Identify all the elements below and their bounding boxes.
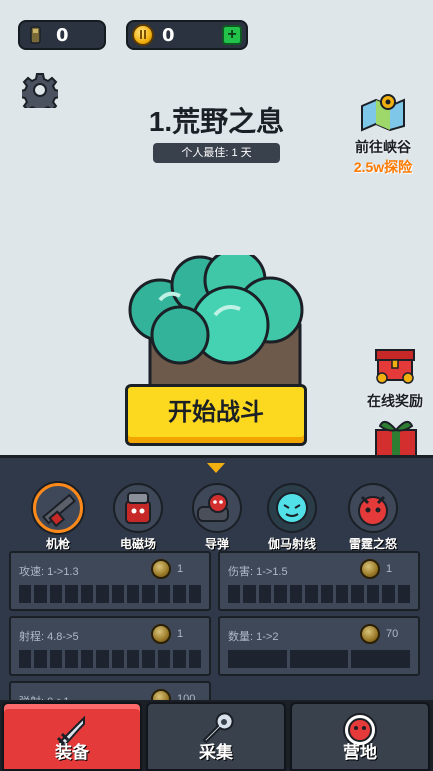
nav-label: 营地 bbox=[343, 743, 377, 762]
personal-best-badge: 个人最佳: 1 天 bbox=[153, 143, 280, 163]
settings-gear-icon[interactable] bbox=[22, 72, 58, 108]
weapon-machine-gun[interactable]: 机枪 bbox=[22, 483, 94, 552]
weapon-name: 雷霆之怒 bbox=[348, 537, 397, 551]
collapse-arrow-icon[interactable] bbox=[207, 463, 225, 473]
online-reward-button[interactable]: 在线奖励 bbox=[358, 342, 432, 411]
top-hud: 0 0 + bbox=[0, 0, 433, 60]
treasure-chest-icon bbox=[375, 349, 415, 384]
level-title: 1.荒野之息 bbox=[148, 106, 285, 137]
map-sublabel: 2.5w探险 bbox=[353, 159, 413, 175]
stat-card-range[interactable]: 射程: 4.8->5 1 bbox=[9, 616, 211, 676]
coin-icon bbox=[151, 559, 171, 579]
thunder-rage-icon bbox=[348, 483, 398, 533]
stat-cost: 1 bbox=[177, 563, 184, 575]
nav-tab-camp[interactable]: 营地 bbox=[290, 702, 430, 771]
stat-label: 伤害: 1->1.5 bbox=[228, 566, 288, 578]
online-reward-label: 在线奖励 bbox=[367, 393, 423, 409]
nav-tab-gather[interactable]: 采集 bbox=[146, 702, 286, 771]
stat-cost: 1 bbox=[386, 563, 393, 575]
stat-progress bbox=[228, 650, 411, 668]
ammo-counter: 0 bbox=[18, 20, 106, 50]
coin-icon bbox=[360, 624, 380, 644]
ammo-count: 0 bbox=[56, 24, 69, 46]
gift-box-icon[interactable] bbox=[372, 418, 420, 458]
coin-icon bbox=[360, 559, 380, 579]
tree-illustration bbox=[128, 255, 304, 395]
start-battle-button[interactable]: 开始战斗 bbox=[125, 384, 307, 446]
add-coins-button[interactable]: + bbox=[222, 25, 242, 45]
stat-cost: 70 bbox=[386, 628, 399, 640]
gamma-ray-icon bbox=[267, 483, 317, 533]
weapon-name: 伽马射线 bbox=[267, 537, 316, 551]
weapon-gamma-ray[interactable]: 伽马射线 bbox=[256, 483, 328, 552]
stat-card-count[interactable]: 数量: 1->2 70 bbox=[218, 616, 420, 676]
go-to-canyon-button[interactable]: 前往峡谷 2.5w探险 bbox=[340, 92, 426, 177]
stat-card-attack-speed[interactable]: 攻速: 1->1.3 1 bbox=[9, 551, 211, 611]
electromagnetic-icon bbox=[113, 483, 163, 533]
weapon-selector: 机枪 电磁场 导弹 伽马射线 雷霆之怒 bbox=[0, 483, 433, 553]
stat-label: 射程: 4.8->5 bbox=[19, 631, 79, 643]
bottom-nav: 装备 采集 营地 bbox=[0, 700, 433, 771]
coin-count: 0 bbox=[162, 24, 175, 46]
map-icon bbox=[361, 94, 405, 132]
weapon-upgrade-panel: 机枪 电磁场 导弹 伽马射线 雷霆之怒 攻速: 1->1.3 1 伤害: 1->… bbox=[0, 455, 433, 741]
nav-label: 采集 bbox=[199, 743, 233, 762]
ammo-icon bbox=[30, 26, 41, 44]
stat-label: 攻速: 1->1.3 bbox=[19, 566, 79, 578]
nav-tab-equipment[interactable]: 装备 bbox=[2, 702, 142, 771]
coin-icon bbox=[132, 24, 154, 46]
stat-label: 数量: 1->2 bbox=[228, 631, 279, 643]
stat-card-damage[interactable]: 伤害: 1->1.5 1 bbox=[218, 551, 420, 611]
machine-gun-icon bbox=[33, 483, 83, 533]
map-label: 前往峡谷 bbox=[355, 139, 411, 155]
weapon-thunder-rage[interactable]: 雷霆之怒 bbox=[337, 483, 409, 552]
stat-progress bbox=[19, 650, 202, 668]
stat-progress bbox=[228, 585, 411, 603]
stat-cost: 1 bbox=[177, 628, 184, 640]
coin-icon bbox=[151, 624, 171, 644]
weapon-name: 电磁场 bbox=[119, 537, 156, 551]
weapon-name: 导弹 bbox=[204, 537, 229, 551]
coin-counter: 0 + bbox=[126, 20, 248, 50]
weapon-missile[interactable]: 导弹 bbox=[181, 483, 253, 552]
stat-progress bbox=[19, 585, 202, 603]
weapon-name: 机枪 bbox=[45, 537, 70, 551]
weapon-electromagnetic[interactable]: 电磁场 bbox=[102, 483, 174, 552]
nav-label: 装备 bbox=[55, 743, 89, 762]
missile-icon bbox=[192, 483, 242, 533]
